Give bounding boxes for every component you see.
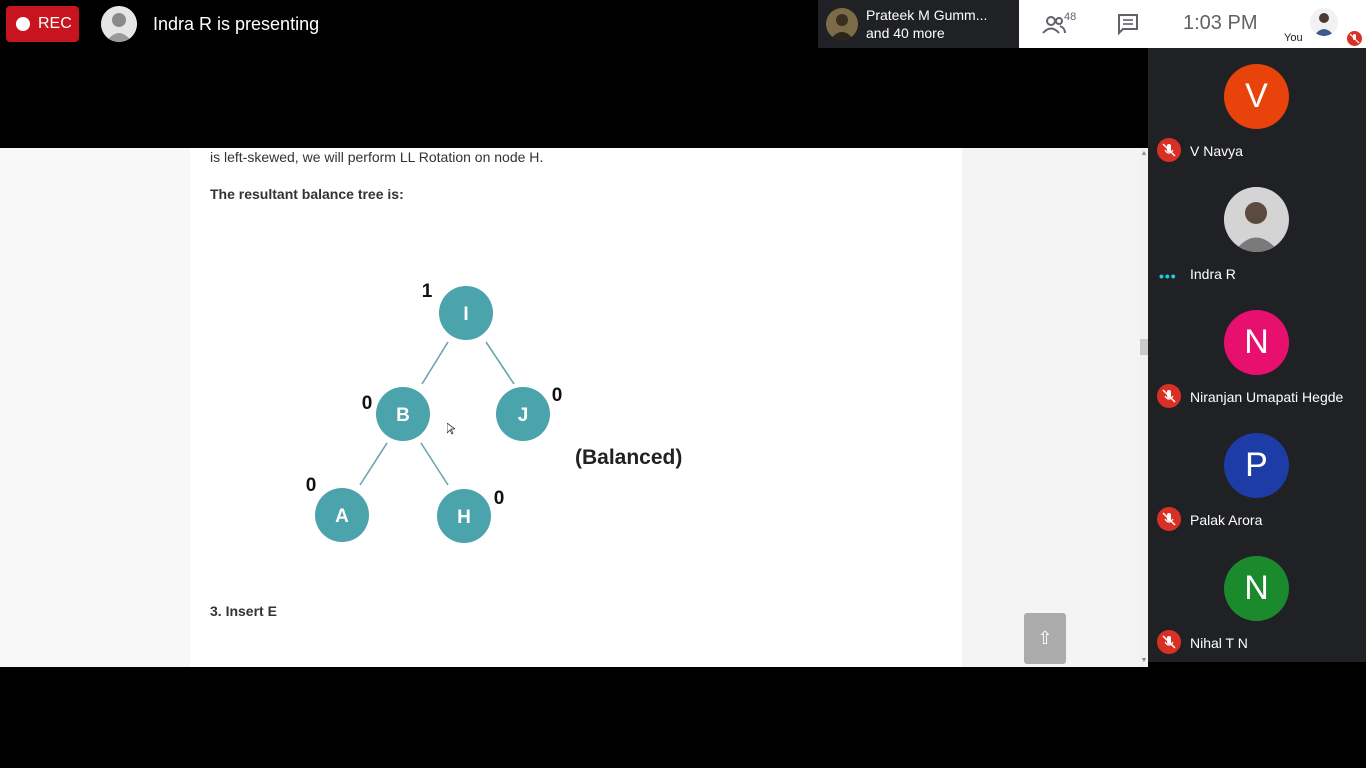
edge-b-a xyxy=(359,442,388,486)
balance-factor-label: 0 xyxy=(552,385,563,406)
clock: 1:03 PM xyxy=(1183,12,1258,34)
scroll-down-icon[interactable]: ▼ xyxy=(1140,657,1148,665)
page-gutter xyxy=(962,148,1140,667)
participant-name: V Navya xyxy=(1190,143,1243,159)
strip-line-2: and 40 more xyxy=(866,25,945,41)
people-count: 48 xyxy=(1064,11,1077,23)
record-dot-icon xyxy=(16,17,30,31)
participant-name: Indra R xyxy=(1190,266,1236,282)
mouse-cursor-icon xyxy=(447,423,455,435)
tree-node-label: H xyxy=(457,507,471,528)
rec-label: REC xyxy=(38,15,72,32)
mic-off-icon xyxy=(1157,384,1181,408)
speaking-indicator-icon: ••• xyxy=(1159,268,1177,284)
participants-panel: V V Navya ••• Indra R N Niranjan Umapati Hegd… xyxy=(1148,48,1366,662)
participant-tile[interactable]: N Nihal T N xyxy=(1148,540,1366,663)
presenter-avatar xyxy=(101,6,137,42)
result-heading: The resultant balance tree is: xyxy=(210,186,404,202)
participant-avatar xyxy=(826,8,858,40)
paragraph-text: is left-skewed, we will perform LL Rotat… xyxy=(210,149,544,165)
people-button[interactable] xyxy=(1041,12,1085,38)
top-panel: 48 1:03 PM You xyxy=(1019,0,1366,48)
edge-i-j xyxy=(485,341,515,385)
scrollbar[interactable]: ▲ ▼ xyxy=(1140,148,1148,667)
participant-avatar: P xyxy=(1224,433,1289,498)
mic-off-icon xyxy=(1157,630,1181,654)
participant-name: Palak Arora xyxy=(1190,512,1263,528)
participant-strip[interactable]: Prateek M Gumm... and 40 more xyxy=(818,0,1019,48)
participant-avatar: N xyxy=(1224,310,1289,375)
next-heading: 3. Insert E xyxy=(210,603,277,619)
scroll-to-top-button[interactable]: ⇧ xyxy=(1024,613,1066,664)
edge-b-h xyxy=(420,442,449,486)
mic-off-icon xyxy=(1347,31,1362,46)
participant-strip-text: Prateek M Gumm... and 40 more xyxy=(866,6,987,42)
participant-tile[interactable]: V V Navya xyxy=(1148,48,1366,171)
mic-off-icon xyxy=(1157,138,1181,162)
tree-node-label: I xyxy=(463,304,468,325)
balance-factor-label: 0 xyxy=(494,488,505,509)
participant-name: Niranjan Umapati Hegde xyxy=(1190,389,1344,405)
chat-button[interactable] xyxy=(1116,12,1140,36)
self-avatar[interactable] xyxy=(1310,8,1338,36)
scroll-thumb[interactable] xyxy=(1140,339,1148,355)
balance-factor-label: 0 xyxy=(306,475,317,496)
participant-name: Nihal T N xyxy=(1190,635,1248,651)
balance-factor-label: 1 xyxy=(422,281,433,302)
participant-tile[interactable]: P Palak Arora xyxy=(1148,417,1366,540)
tree-node-label: A xyxy=(335,506,349,527)
shared-screen: ▲ ▼ is left-skewed, we will perform LL R… xyxy=(0,148,1148,667)
tree-node-label: J xyxy=(518,405,529,426)
recording-indicator: REC xyxy=(6,6,79,42)
balanced-label: (Balanced) xyxy=(575,446,682,469)
avl-tree-diagram: I1B0J0A0H0 (Balanced) xyxy=(306,281,682,543)
participant-avatar xyxy=(1224,187,1289,252)
tree-node-label: B xyxy=(396,405,410,426)
chat-icon xyxy=(1118,14,1138,36)
strip-line-1: Prateek M Gumm... xyxy=(866,7,988,23)
edge-i-b xyxy=(421,341,449,385)
participant-tile[interactable]: N Niranjan Umapati Hegde xyxy=(1148,294,1366,417)
balance-factor-label: 0 xyxy=(362,393,373,414)
participant-tile[interactable]: ••• Indra R xyxy=(1148,171,1366,294)
scroll-up-icon[interactable]: ▲ xyxy=(1140,150,1148,158)
mic-off-icon xyxy=(1157,507,1181,531)
arrow-up-icon: ⇧ xyxy=(1037,628,1053,648)
participant-avatar: V xyxy=(1224,64,1289,129)
you-label: You xyxy=(1284,32,1303,44)
participant-avatar: N xyxy=(1224,556,1289,621)
presenting-status: Indra R is presenting xyxy=(153,14,320,34)
